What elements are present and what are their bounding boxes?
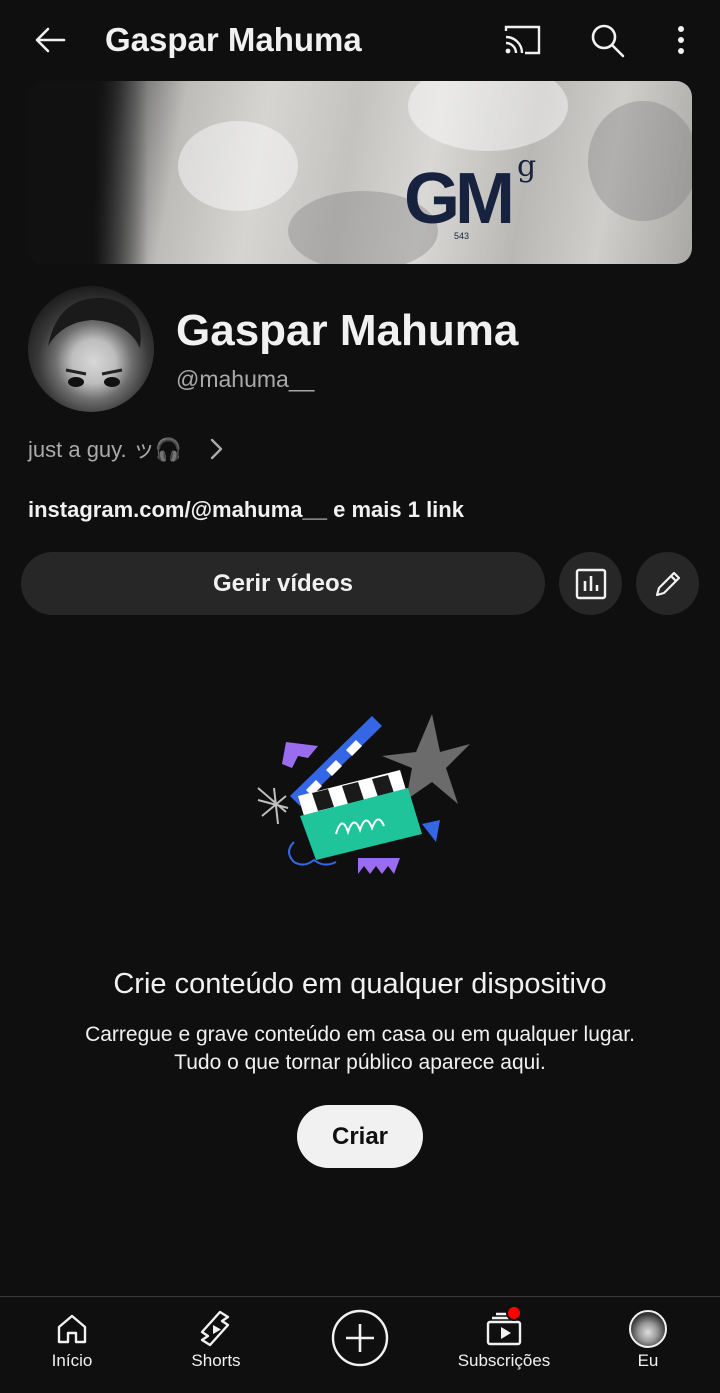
cloud-shape (408, 81, 568, 151)
create-button[interactable]: Criar (297, 1105, 423, 1168)
nav-item-home[interactable]: Início (32, 1297, 112, 1393)
bottom-navigation: Início Shorts Subscrições Eu (0, 1296, 720, 1393)
back-arrow-icon[interactable] (28, 20, 72, 60)
subscriptions-icon (484, 1305, 524, 1349)
manage-videos-button[interactable]: Gerir vídeos (21, 552, 545, 615)
banner-logo-number: 543 (454, 231, 470, 241)
page-title: Gaspar Mahuma (105, 21, 362, 58)
banner-silhouette (28, 81, 148, 264)
banner-logo: GM (404, 159, 515, 239)
nav-item-create[interactable] (330, 1297, 390, 1393)
banner-logo-superscript: g (517, 149, 537, 184)
nav-label-shorts: Shorts (191, 1351, 241, 1370)
channel-link[interactable]: instagram.com/@mahuma__ (28, 497, 327, 522)
cloud-shadow (588, 101, 692, 221)
channel-description[interactable]: just a guy. ッ🎧 (28, 436, 182, 464)
channel-handle: @mahuma__ (176, 366, 315, 392)
home-icon (52, 1309, 92, 1349)
more-options-icon[interactable] (664, 20, 698, 60)
nav-item-shorts[interactable]: Shorts (166, 1297, 266, 1393)
avatar (629, 1310, 667, 1348)
top-app-bar: Gaspar Mahuma (0, 0, 720, 80)
edit-channel-button[interactable] (636, 552, 699, 615)
analytics-button[interactable] (559, 552, 622, 615)
clapperboard-illustration (250, 708, 480, 888)
add-circle-icon (331, 1309, 389, 1367)
chevron-right-icon[interactable] (205, 434, 229, 464)
profile-avatar (628, 1309, 668, 1349)
empty-state-title: Crie conteúdo em qualquer dispositivo (113, 968, 607, 1000)
pencil-icon (655, 571, 680, 596)
more-links-text[interactable]: e mais 1 link (327, 497, 464, 522)
nav-label-home: Início (51, 1351, 93, 1370)
shorts-icon (196, 1309, 236, 1349)
analytics-icon (575, 568, 606, 599)
empty-state-subtitle-line: Carregue e grave conteúdo em casa ou em … (85, 1023, 635, 1046)
nav-item-me[interactable]: Eu (608, 1297, 688, 1393)
nav-label-me: Eu (637, 1351, 659, 1370)
cast-icon[interactable] (500, 20, 544, 60)
channel-banner: GM g 543 (28, 81, 692, 264)
channel-avatar[interactable] (28, 286, 154, 412)
nav-label-subscriptions: Subscrições (457, 1351, 551, 1370)
channel-links[interactable]: instagram.com/@mahuma__ e mais 1 link (28, 496, 464, 524)
channel-name: Gaspar Mahuma (176, 306, 519, 355)
cloud-shape (178, 121, 298, 211)
empty-state-subtitle: Carregue e grave conteúdo em casa ou em … (0, 1021, 720, 1077)
notification-dot (506, 1305, 522, 1321)
search-icon[interactable] (585, 18, 629, 62)
nav-item-subscriptions[interactable]: Subscrições (444, 1297, 564, 1393)
empty-state-subtitle-line: Tudo o que tornar público aparece aqui. (174, 1051, 546, 1074)
